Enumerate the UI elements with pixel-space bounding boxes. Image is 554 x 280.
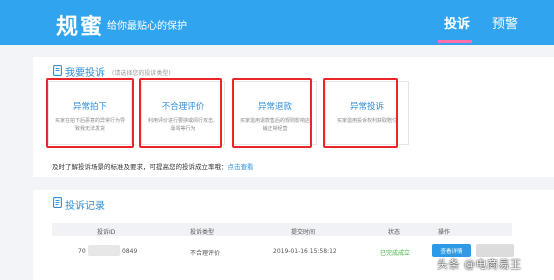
view-standards-link[interactable]: 点击查看 [228, 163, 254, 171]
complaint-section-hint: (请选择您的投诉类型) [112, 70, 171, 77]
active-tab-indicator [438, 40, 472, 43]
scenario-notice: 及时了解投诉场景的标准及要求，可提高您的投诉成立率哦：点击查看 [52, 161, 254, 171]
top-header: 规蜜 给你最贴心的保护 投诉 预警 [0, 0, 554, 45]
watermark-text: 头条 @电商易王 [437, 258, 522, 271]
column-header-id: 投诉ID [97, 229, 116, 236]
column-header-time: 提交时间 [291, 229, 316, 236]
redacted-id-block [88, 245, 120, 256]
column-header-type: 投诉类型 [190, 229, 215, 236]
row-status: 已完成成立 [380, 250, 411, 257]
brand-logo-text: 规蜜 [56, 15, 105, 40]
document-icon [53, 65, 62, 76]
complaint-section-title: 我要投诉 [65, 68, 105, 79]
brand-slogan: 给你最贴心的保护 [107, 21, 187, 32]
row-id-prefix: 70 [78, 248, 86, 255]
records-section-title: 投诉记录 [65, 201, 105, 212]
row-type: 不合理评价 [190, 250, 221, 257]
row-id-suffix: 0849 [122, 248, 138, 255]
tab-complaint[interactable]: 投诉 [444, 13, 470, 32]
highlight-frame [323, 78, 398, 148]
column-header-status: 状态 [388, 229, 401, 236]
tab-warning[interactable]: 预警 [492, 13, 518, 32]
view-details-label: 查看详情 [440, 249, 463, 255]
highlight-frame [232, 78, 312, 148]
highlight-frame [139, 78, 222, 148]
notice-text: 及时了解投诉场景的标准及要求，可提高您的投诉成立率哦： [52, 163, 228, 171]
list-icon [53, 197, 62, 208]
column-header-action: 操作 [438, 229, 451, 236]
row-time: 2019-01-16 15:58:12 [273, 248, 337, 255]
highlight-frame [46, 78, 134, 148]
